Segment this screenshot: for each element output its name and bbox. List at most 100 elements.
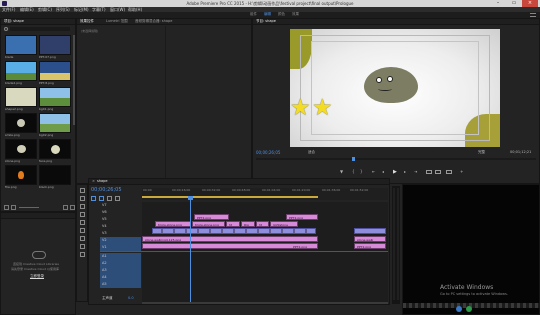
keyframe-marker[interactable] [173, 229, 175, 233]
track-header-master[interactable]: 主声道 0.0 [100, 295, 141, 302]
track-header-v3[interactable]: V3 [100, 230, 141, 237]
keyframe-marker[interactable] [161, 229, 163, 233]
menu-clip[interactable]: 剪辑(C) [38, 7, 52, 12]
project-item-thumb[interactable] [5, 113, 37, 133]
mark-in-icon[interactable]: { [352, 170, 355, 174]
selection-tool-icon[interactable] [80, 188, 85, 193]
go-to-out-icon[interactable]: ⇥ [414, 170, 417, 174]
zoom-tool-icon[interactable] [80, 252, 85, 257]
keyframe-marker[interactable] [257, 229, 259, 233]
workspace-tab-color[interactable]: 颜色 [278, 12, 285, 17]
project-item-thumb[interactable] [5, 139, 37, 159]
button-editor-icon[interactable]: + [460, 170, 463, 174]
go-to-in-icon[interactable]: ⇤ [372, 170, 375, 174]
timeline-clip[interactable] [152, 228, 316, 234]
track-header-v6[interactable]: V6 [100, 209, 141, 216]
project-scrollbar[interactable] [73, 35, 75, 125]
close-button[interactable]: × [522, 0, 538, 7]
project-item-thumb[interactable] [5, 35, 37, 55]
timeline-clip[interactable]: ht [226, 221, 240, 227]
keyframe-marker[interactable] [185, 229, 187, 233]
timeline-playhead[interactable] [190, 196, 191, 302]
workspace-tab-effects[interactable]: 效果 [292, 12, 299, 17]
project-item-thumb[interactable] [39, 165, 71, 185]
keyframe-marker[interactable] [209, 229, 211, 233]
tab-project[interactable]: 项目: shape [4, 19, 24, 24]
add-marker-icon[interactable]: ▼ [340, 170, 343, 174]
keyframe-marker[interactable] [221, 229, 223, 233]
workspace-tab-assembly[interactable]: 组件 [250, 12, 257, 17]
keyframe-marker[interactable] [245, 229, 247, 233]
slip-tool-icon[interactable] [80, 228, 85, 233]
icon-view-icon[interactable] [11, 205, 16, 210]
project-item-thumb[interactable] [39, 61, 71, 81]
workspace-tab-editing[interactable]: 编辑 [264, 12, 271, 17]
timeline-clip[interactable]: Rig [241, 221, 255, 227]
snap-icon[interactable] [91, 196, 96, 201]
mark-out-icon[interactable]: } [360, 170, 363, 174]
keyframe-marker[interactable] [293, 229, 295, 233]
quality-dropdown[interactable]: 完整 [478, 150, 485, 155]
lift-icon[interactable] [426, 170, 432, 174]
step-back-icon[interactable]: ◂ [382, 170, 384, 174]
workspace-menu-icon[interactable] [530, 13, 536, 17]
menu-help[interactable]: 帮助(H) [128, 7, 142, 12]
tab-audio-clip-mixer[interactable]: 音频剪辑混合器: shape [135, 19, 172, 24]
keyframe-marker[interactable] [197, 229, 199, 233]
track-header-v4[interactable]: V4 [100, 223, 141, 230]
program-video-frame[interactable]: ★ ★ [290, 29, 500, 147]
step-forward-icon[interactable]: ▸ [404, 170, 406, 174]
menu-title[interactable]: 字幕(T) [92, 7, 106, 12]
timeline-timecode[interactable]: 00;00;26;05 [91, 188, 122, 193]
menu-sequence[interactable]: 序列(S) [56, 7, 70, 12]
export-frame-icon[interactable] [446, 170, 452, 174]
timeline-clip[interactable]: PPT2.png [142, 243, 318, 249]
track-header-a4[interactable]: A4 [100, 274, 141, 281]
sign-in-link[interactable]: 立即登录 [30, 274, 44, 279]
track-header-a1[interactable]: A1 [100, 253, 141, 260]
timeline-clip[interactable]: PPT2.png [354, 243, 386, 249]
maximize-button[interactable]: ▭ [506, 0, 522, 7]
program-timecode[interactable]: 00;00;26;05 [256, 151, 280, 155]
project-item-thumb[interactable] [39, 87, 71, 107]
track-header-v1[interactable]: V1 [100, 244, 141, 251]
pen-tool-icon[interactable] [80, 236, 85, 241]
timeline-clip[interactable]: stone-walking4.125.png [142, 236, 318, 242]
menu-edit[interactable]: 编辑(E) [20, 7, 34, 12]
new-item-icon[interactable] [63, 205, 68, 210]
timeline-h-scrollbar[interactable] [142, 302, 388, 304]
tab-program[interactable]: 节目: shape [256, 19, 276, 24]
timeline-clip[interactable]: stone-walk [354, 236, 386, 242]
track-header-v7[interactable]: V7 [100, 202, 141, 209]
timeline-playhead-handle[interactable] [188, 196, 193, 200]
timeline-clip[interactable]: lightstone [270, 221, 298, 227]
menu-file[interactable]: 文件(F) [2, 7, 15, 12]
timeline-clip[interactable]: PPT2.png [194, 214, 229, 220]
search-icon[interactable] [4, 27, 8, 31]
tab-sequence[interactable]: shape [97, 179, 108, 184]
program-scrub-bar[interactable] [256, 158, 536, 160]
project-item-thumb[interactable] [5, 165, 37, 185]
track-select-tool-icon[interactable] [80, 196, 85, 201]
keyframe-marker[interactable] [269, 229, 271, 233]
work-area-bar[interactable] [142, 196, 318, 198]
track-header-v5[interactable]: V5 [100, 216, 141, 223]
project-item-thumb[interactable] [5, 87, 37, 107]
ripple-edit-tool-icon[interactable] [80, 204, 85, 209]
track-area[interactable] [142, 202, 388, 302]
master-volume-value[interactable]: 0.0 [128, 296, 134, 301]
keyframe-marker[interactable] [281, 229, 283, 233]
project-item-thumb[interactable] [5, 61, 37, 81]
list-view-icon[interactable] [4, 205, 9, 210]
program-playhead[interactable] [352, 157, 355, 161]
tab-lumetri-scopes[interactable]: Lumetri 范围 [106, 19, 128, 24]
close-tab-icon[interactable]: × [92, 179, 95, 184]
project-search-input[interactable] [10, 27, 70, 31]
linked-selection-icon[interactable] [99, 196, 104, 201]
tray-icon[interactable] [466, 306, 472, 312]
timeline-clip[interactable]: ht [256, 221, 269, 227]
timeline-clip[interactable]: triple-stone.png [192, 221, 225, 227]
keyframe-marker[interactable] [305, 229, 307, 233]
keyframe-marker[interactable] [233, 229, 235, 233]
timeline-settings-icon[interactable] [115, 196, 120, 201]
